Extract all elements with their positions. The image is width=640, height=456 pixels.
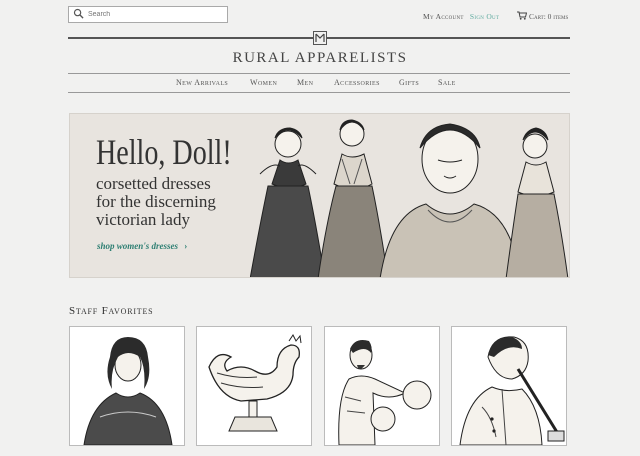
hero-cta-label: shop women's dresses xyxy=(97,241,179,251)
cart-icon xyxy=(517,11,529,22)
nav-item-new-arrivals[interactable]: New Arrivals xyxy=(176,78,228,87)
rooster-weathervane-icon xyxy=(208,334,302,432)
cart-label: Cart: 0 items xyxy=(529,12,569,21)
victorian-woman-portrait-icon xyxy=(83,337,173,445)
cart-link[interactable]: Cart: 0 items xyxy=(517,11,568,22)
nav-item-accessories[interactable]: Accessories xyxy=(334,78,380,87)
victorian-women-illustration xyxy=(250,119,569,277)
nav-item-men[interactable]: Men xyxy=(297,78,313,87)
hero-title: Hello, Doll! xyxy=(96,132,232,172)
search-input[interactable] xyxy=(84,11,218,18)
hero-subtitle-line: for the discerning xyxy=(96,192,216,211)
nav-item-sale[interactable]: Sale xyxy=(438,78,456,87)
logo-mark-icon[interactable] xyxy=(313,31,327,45)
boxer-man-icon xyxy=(338,340,432,445)
my-account-link[interactable]: My Account xyxy=(423,12,464,21)
nav-top-rule xyxy=(68,73,570,74)
hero-subtitle-line: victorian lady xyxy=(96,210,190,229)
account-links: My Account Sign Out xyxy=(423,12,499,21)
product-card[interactable] xyxy=(69,326,185,446)
nav-item-women[interactable]: Women xyxy=(250,78,277,87)
chevron-right-icon: › xyxy=(184,241,188,251)
search-icon xyxy=(73,6,84,24)
staff-favorites-title: Staff Favorites xyxy=(69,305,154,317)
nav-item-gifts[interactable]: Gifts xyxy=(399,78,419,87)
hero-subtitle: corsetted dresses for the discerning vic… xyxy=(96,175,266,229)
brand-name[interactable]: RURAL APPARELISTS xyxy=(0,50,640,67)
product-card[interactable] xyxy=(324,326,440,446)
product-card[interactable] xyxy=(451,326,567,446)
search-box[interactable] xyxy=(68,6,228,23)
product-card[interactable] xyxy=(196,326,312,446)
nav-bottom-rule xyxy=(68,92,570,93)
hero-subtitle-line: corsetted dresses xyxy=(96,174,211,193)
sign-out-link[interactable]: Sign Out xyxy=(470,12,499,21)
man-with-pipe-icon xyxy=(459,336,565,445)
hero-banner[interactable]: Hello, Doll! corsetted dresses for the d… xyxy=(69,113,570,278)
hero-cta-link[interactable]: shop women's dresses › xyxy=(97,241,187,251)
